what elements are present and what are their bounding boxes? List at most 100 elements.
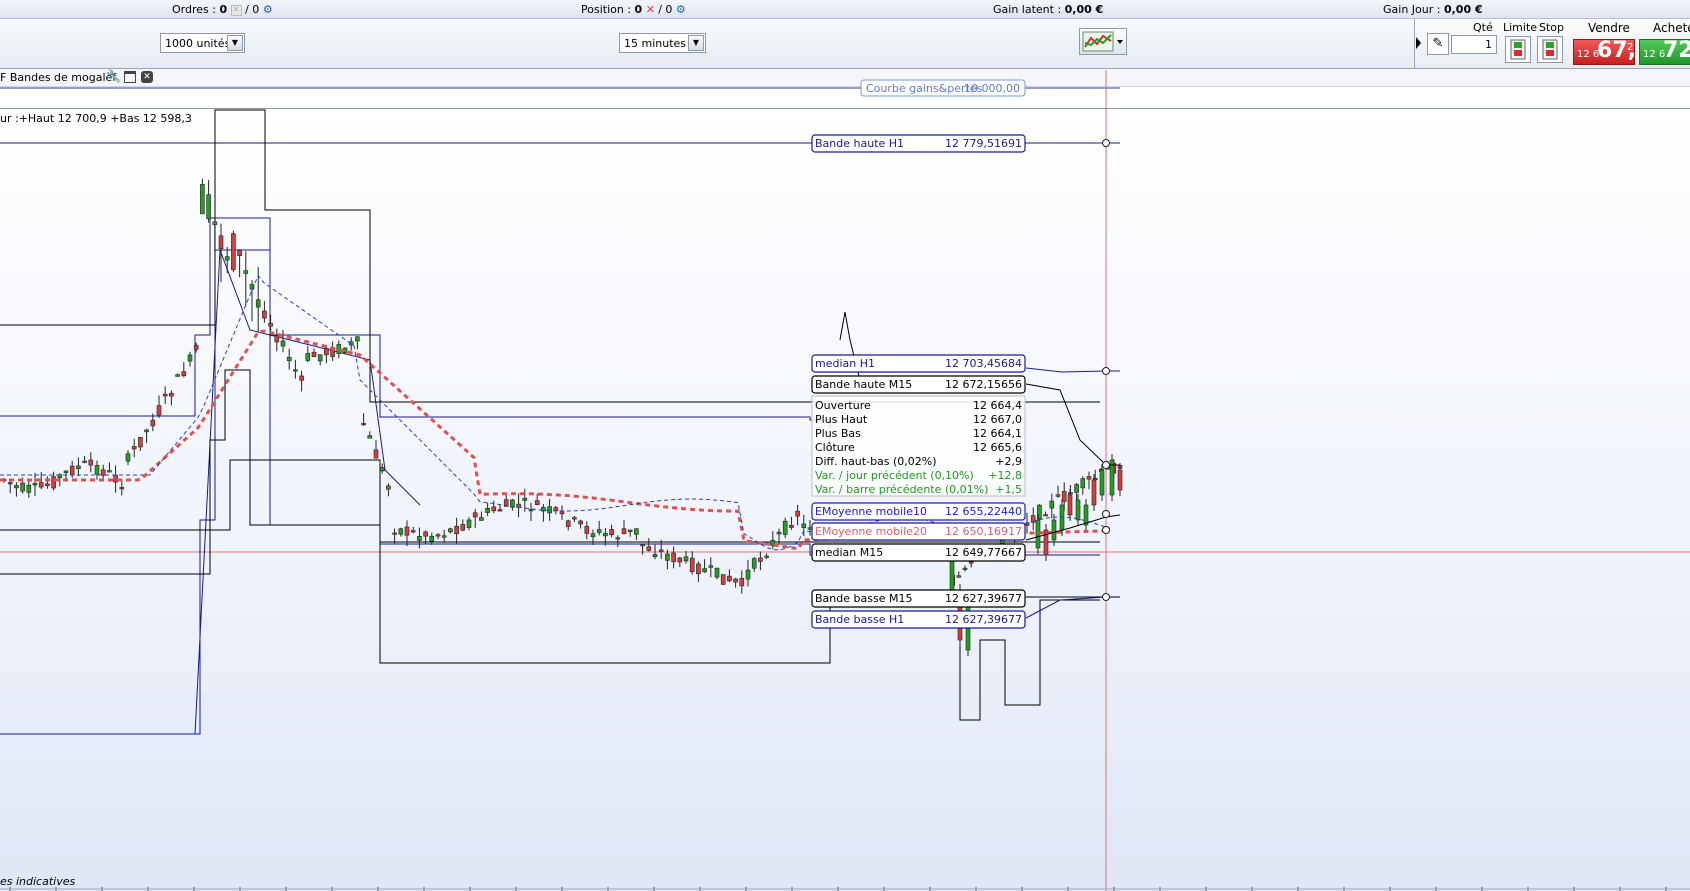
candle-body <box>1051 519 1057 541</box>
candle-body <box>751 558 757 569</box>
median-h1-line <box>194 249 421 735</box>
tooltip-row-label: Var. / barre précédente (0,01%) <box>815 483 988 496</box>
candle-body <box>392 532 397 535</box>
candle-body <box>534 500 540 505</box>
value-label-name: Bande haute M15 <box>815 378 912 391</box>
value-label-value: 12 703,45684 <box>945 357 1022 370</box>
candle-body <box>776 531 782 535</box>
candle-body <box>268 323 273 327</box>
value-label-value: 12 779,51691 <box>945 137 1022 150</box>
candle-body <box>559 510 565 515</box>
candle-body <box>634 528 639 535</box>
candle-body <box>119 487 125 490</box>
band-haute-h1-line <box>0 217 831 455</box>
candle-body <box>20 482 25 492</box>
candle-body <box>280 340 286 347</box>
candle-body <box>683 556 689 562</box>
candle-body <box>758 557 763 562</box>
candle-body <box>956 575 962 578</box>
curve-marker <box>1102 461 1110 469</box>
candle-body <box>144 429 149 433</box>
candle-body <box>200 184 205 215</box>
candle-body <box>764 555 769 558</box>
gain-curve-value: 10 000,00 <box>964 82 1020 95</box>
candle-body <box>1067 494 1073 516</box>
candle-body <box>448 528 453 533</box>
candle-body <box>1074 484 1079 493</box>
candle-body <box>231 233 236 271</box>
candle-body <box>150 419 156 427</box>
candle-body <box>417 535 422 541</box>
tooltip-row-value: +1,5 <box>995 483 1022 496</box>
value-label-value: 12 672,15656 <box>945 378 1022 391</box>
tooltip-row-label: Plus Bas <box>815 427 861 440</box>
candle-body <box>795 510 800 517</box>
candle-body <box>1075 499 1081 521</box>
candle-body <box>472 512 478 518</box>
value-label-name: median M15 <box>815 546 883 559</box>
candle-body <box>379 467 385 472</box>
candle-body <box>32 482 38 486</box>
tooltip-row-value: 12 667,0 <box>973 413 1022 426</box>
candle-body <box>603 533 608 537</box>
value-label-name: EMoyenne mobile20 <box>815 525 927 538</box>
candle-body <box>1061 491 1067 502</box>
candle-body <box>789 525 794 528</box>
candle-body <box>547 506 552 514</box>
candle-body <box>1091 479 1097 506</box>
curve-marker <box>1102 139 1110 147</box>
candle-body <box>1080 478 1086 489</box>
candle-body <box>423 531 428 537</box>
candle-body <box>69 465 75 476</box>
candle-body <box>317 354 323 362</box>
candle-body <box>305 353 311 361</box>
candle-body <box>76 465 81 470</box>
candle-body <box>255 299 261 308</box>
candle-body <box>162 393 168 397</box>
candle-body <box>665 553 670 561</box>
candle-body <box>218 235 224 250</box>
candle-body <box>206 194 211 220</box>
candle-body <box>361 423 366 426</box>
candle-body <box>528 509 534 512</box>
chart-header: ur :+Haut 12 700,9 +Bas 12 598,3 <box>0 112 192 125</box>
candle-body <box>485 507 490 513</box>
candle-body <box>7 482 13 485</box>
candle-body <box>962 567 968 570</box>
candle-body <box>1055 494 1061 497</box>
candle-body <box>169 392 174 397</box>
tooltip-row-label: Diff. haut-bas (0,02%) <box>815 455 937 468</box>
candle-body <box>262 310 267 319</box>
tooltip-row-value: +2,9 <box>995 455 1022 468</box>
candle-body <box>652 554 658 558</box>
candle-body <box>324 347 329 356</box>
candle-body <box>404 526 410 536</box>
candle-body <box>584 526 590 534</box>
candle-body <box>968 561 974 564</box>
candle-body <box>745 569 751 580</box>
candle-body <box>677 557 683 563</box>
ohlc-tooltip: Ouverture 12 664,4 Plus Haut 12 667,0 Plus B… <box>811 395 1026 497</box>
tooltip-row-value: 12 665,6 <box>973 441 1022 454</box>
candle-body <box>671 552 676 563</box>
candle-body <box>733 578 738 583</box>
candle-body <box>696 563 701 575</box>
candle-body <box>181 371 187 377</box>
candle-body <box>454 525 459 535</box>
candle-body <box>1086 476 1092 480</box>
candle-body <box>355 336 360 342</box>
candle-body <box>590 533 596 538</box>
candle-body <box>714 567 720 578</box>
candle-body <box>243 270 249 274</box>
curve-marker <box>1102 367 1110 375</box>
candle-body <box>398 528 404 535</box>
curve-marker <box>1102 526 1110 534</box>
candle-body <box>299 375 304 381</box>
candle-body <box>466 519 472 528</box>
candle-body <box>1083 504 1089 526</box>
candle-body <box>286 356 292 362</box>
candle-body <box>88 459 94 466</box>
candle-body <box>578 520 583 525</box>
value-label-name: median H1 <box>815 357 875 370</box>
tooltip-row-value: +12,8 <box>988 469 1022 482</box>
